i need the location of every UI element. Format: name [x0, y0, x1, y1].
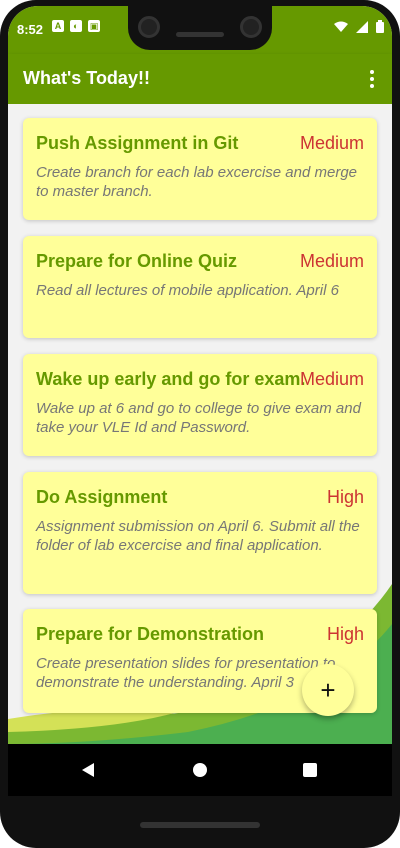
- notification-a-icon: A: [52, 20, 64, 32]
- overflow-menu-icon[interactable]: [362, 67, 382, 91]
- task-description: Wake up at 6 and go to college to give e…: [36, 400, 361, 436]
- app-bar: What's Today!!: [8, 54, 392, 104]
- task-list[interactable]: Push Assignment in Git Medium Create bra…: [8, 104, 392, 750]
- task-title: Prepare for Demonstration: [36, 624, 265, 644]
- task-description: Assignment submission on April 6. Submit…: [36, 518, 360, 554]
- front-camera-icon: [138, 16, 160, 38]
- task-description: Read all lectures of mobile application.…: [36, 282, 339, 299]
- task-priority: Medium: [299, 251, 364, 271]
- cell-signal-icon: [356, 20, 368, 33]
- phone-frame: 8:52 A ◐ ▣ What's Today!! Push Assignmen…: [0, 0, 400, 848]
- notification-icons: A ◐ ▣: [52, 20, 100, 32]
- add-task-button[interactable]: +: [302, 664, 354, 716]
- sd-card-icon: ▣: [88, 20, 100, 32]
- recents-icon[interactable]: [302, 762, 318, 778]
- wifi-icon: [334, 21, 348, 32]
- task-title: Do Assignment: [36, 487, 168, 507]
- bottom-speaker: [140, 822, 260, 828]
- battery-icon: [376, 20, 384, 33]
- task-card[interactable]: Do Assignment High Assignment submission…: [23, 472, 377, 594]
- earpiece: [176, 32, 224, 37]
- navigation-bar: [8, 744, 392, 796]
- front-sensor-icon: [240, 16, 262, 38]
- home-icon[interactable]: [192, 762, 208, 778]
- task-priority: High: [326, 624, 364, 644]
- task-priority: High: [326, 487, 364, 507]
- back-icon[interactable]: [80, 762, 96, 778]
- task-priority: Medium: [299, 369, 364, 389]
- task-description: Create branch for each lab excercise and…: [36, 164, 358, 200]
- task-card[interactable]: Wake up early and go for exam. Medium Wa…: [23, 354, 377, 456]
- task-card[interactable]: Push Assignment in Git Medium Create bra…: [23, 118, 377, 220]
- status-time: 8:52: [17, 22, 44, 37]
- task-card[interactable]: Prepare for Online Quiz Medium Read all …: [23, 236, 377, 338]
- status-bar: 8:52 A ◐ ▣: [8, 6, 392, 54]
- camera-notch: [128, 6, 272, 50]
- notification-app-icon: ◐: [70, 20, 82, 32]
- app-title: What's Today!!: [23, 68, 150, 88]
- task-priority: Medium: [299, 133, 364, 153]
- system-icons: [334, 20, 384, 33]
